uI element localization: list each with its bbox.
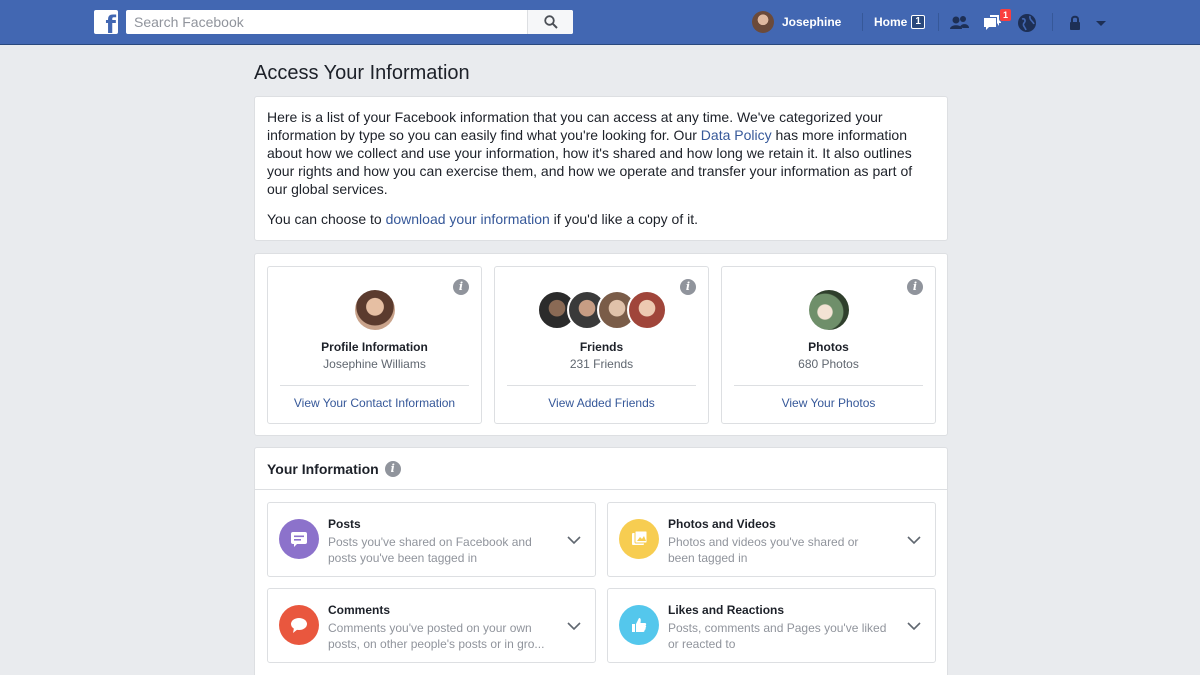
category-title: Comments xyxy=(328,603,391,617)
search-box xyxy=(126,10,573,34)
facebook-logo-icon[interactable]: f xyxy=(94,10,118,34)
page-title: Access Your Information xyxy=(254,62,470,84)
nav-divider xyxy=(862,13,863,31)
profile-picture xyxy=(354,290,395,330)
chevron-down-icon[interactable] xyxy=(907,621,921,631)
posts-icon xyxy=(279,519,319,559)
data-policy-link[interactable]: Data Policy xyxy=(701,127,772,143)
friend-requests-icon[interactable] xyxy=(948,12,970,34)
info-icon[interactable]: i xyxy=(907,279,923,295)
panel-subtitle: 231 Friends xyxy=(569,357,634,371)
category-title: Posts xyxy=(328,517,361,531)
chevron-down-icon[interactable] xyxy=(567,535,581,545)
top-navigation-bar: f Josephine Home 1 1 xyxy=(0,0,1200,45)
friend-avatars xyxy=(495,290,708,330)
comments-icon xyxy=(279,605,319,645)
section-title: Your Information xyxy=(267,460,379,477)
home-label: Home xyxy=(874,15,908,29)
avatar xyxy=(752,11,774,33)
profile-name: Josephine xyxy=(782,15,842,29)
view-added-friends-link[interactable]: View Added Friends xyxy=(495,396,708,410)
category-description: Photos and videos you've shared or been … xyxy=(668,535,859,565)
friends-panel: i Friends 231 Friends View Added Friends xyxy=(494,266,709,424)
notification-badge: 1 xyxy=(999,8,1013,22)
category-description: Posts you've shared on Facebook and post… xyxy=(328,535,532,565)
account-menu-dropdown-icon[interactable] xyxy=(1090,12,1112,34)
panel-title: Friends xyxy=(579,340,624,354)
divider xyxy=(734,385,923,386)
intro-paragraph: Here is a list of your Facebook informat… xyxy=(267,108,935,198)
photos-panel: i Photos 680 Photos View Your Photos xyxy=(721,266,936,424)
category-likes-and-reactions[interactable]: Likes and Reactions Posts, comments and … xyxy=(607,588,936,663)
category-title: Likes and Reactions xyxy=(668,603,785,617)
your-information-card: Your Information i Posts Posts you've sh… xyxy=(254,447,948,675)
nav-divider xyxy=(938,13,939,31)
category-comments[interactable]: Comments Comments you've posted on your … xyxy=(267,588,596,663)
nav-divider xyxy=(1052,13,1053,31)
avatar xyxy=(626,290,667,330)
divider xyxy=(507,385,696,386)
home-link[interactable]: Home 1 xyxy=(874,15,925,29)
photo-thumbnail xyxy=(808,290,849,330)
likes-icon xyxy=(619,605,659,645)
view-your-photos-link[interactable]: View Your Photos xyxy=(722,396,935,410)
info-icon[interactable]: i xyxy=(384,460,401,477)
chevron-down-icon[interactable] xyxy=(567,621,581,631)
search-icon xyxy=(543,15,558,29)
search-input[interactable] xyxy=(126,11,527,33)
category-description: Posts, comments and Pages you've liked o… xyxy=(668,621,887,651)
notifications-globe-icon[interactable] xyxy=(1016,12,1038,34)
view-contact-information-link[interactable]: View Your Contact Information xyxy=(268,396,481,410)
category-title: Photos and Videos xyxy=(668,517,776,531)
category-description: Comments you've posted on your own posts… xyxy=(328,621,545,651)
category-photos-and-videos[interactable]: Photos and Videos Photos and videos you'… xyxy=(607,502,936,577)
download-text: if you'd like a copy of it. xyxy=(549,211,698,227)
category-posts[interactable]: Posts Posts you've shared on Facebook an… xyxy=(267,502,596,577)
your-information-header: Your Information i xyxy=(255,448,947,490)
quick-help-lock-icon[interactable] xyxy=(1064,12,1086,34)
divider xyxy=(280,385,469,386)
profile-information-panel: i Profile Information Josephine Williams… xyxy=(267,266,482,424)
chevron-down-icon[interactable] xyxy=(907,535,921,545)
download-paragraph: You can choose to download your informat… xyxy=(267,210,935,228)
panel-subtitle: Josephine Williams xyxy=(323,357,426,371)
photos-icon xyxy=(619,519,659,559)
profile-link[interactable]: Josephine xyxy=(752,11,841,33)
home-count-badge: 1 xyxy=(911,15,925,29)
summary-card: i Profile Information Josephine Williams… xyxy=(254,253,948,436)
download-text: You can choose to xyxy=(267,211,386,227)
panel-title: Photos xyxy=(808,340,849,354)
download-information-link[interactable]: download your information xyxy=(386,211,550,227)
info-icon[interactable]: i xyxy=(680,279,696,295)
intro-card: Here is a list of your Facebook informat… xyxy=(254,96,948,241)
panel-title: Profile Information xyxy=(321,340,428,354)
info-icon[interactable]: i xyxy=(453,279,469,295)
panel-subtitle: 680 Photos xyxy=(798,357,859,371)
search-button[interactable] xyxy=(527,10,573,34)
